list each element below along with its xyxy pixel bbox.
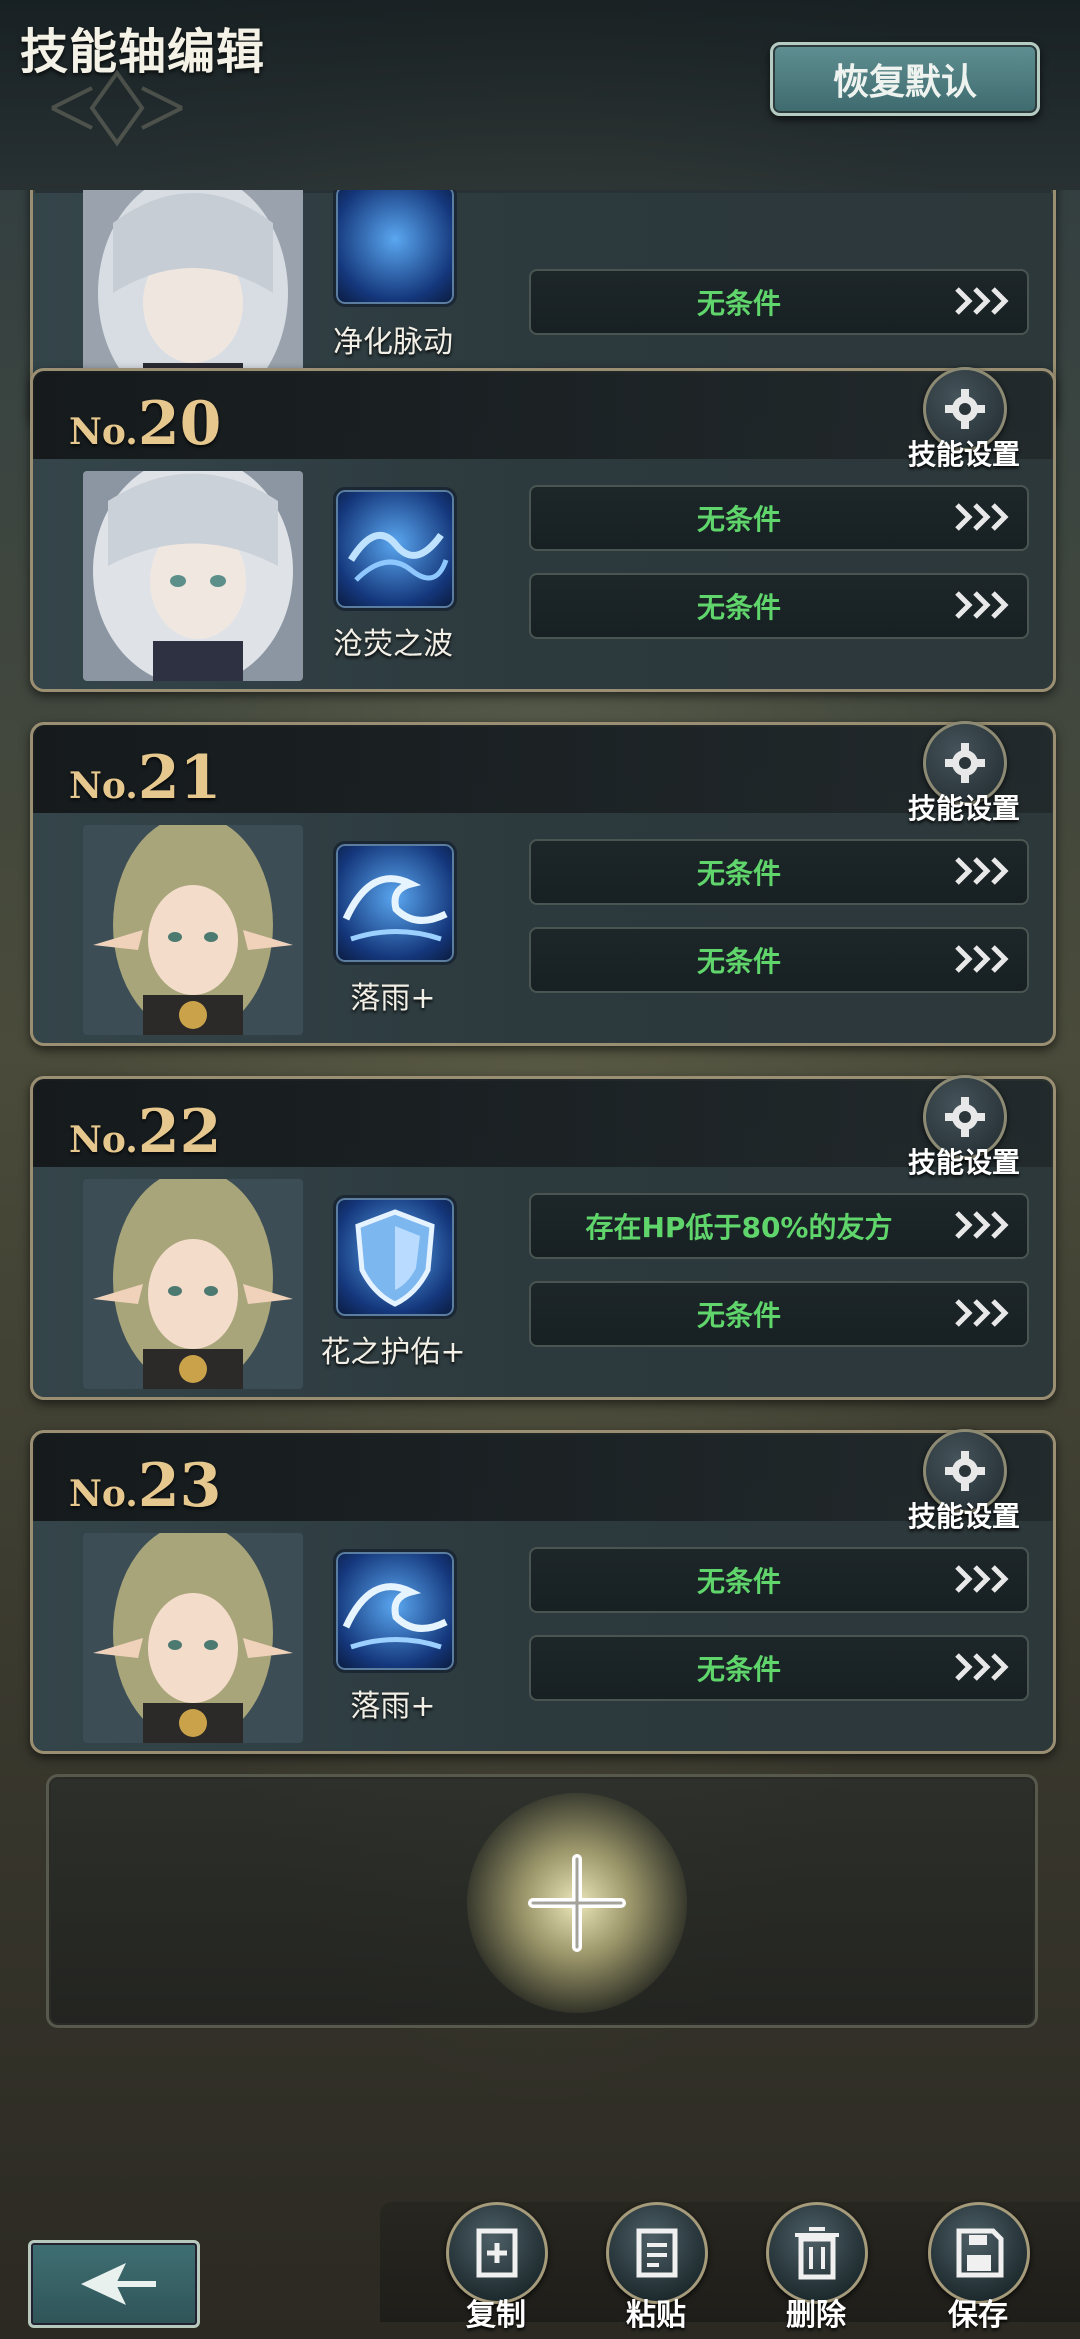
emblem-icon xyxy=(51,69,183,147)
silver-haired-character-portrait xyxy=(83,471,303,681)
paste-button[interactable]: 粘贴 xyxy=(606,2202,708,2333)
condition-button[interactable]: 无条件 xyxy=(529,485,1029,551)
bottom-toolbar: 复制 粘贴 删除 保存 xyxy=(0,2180,1080,2339)
skill-name: 沧荧之波 xyxy=(333,627,453,662)
plus-icon[interactable] xyxy=(525,1851,629,1955)
condition-button[interactable]: 无条件 xyxy=(529,1281,1029,1347)
condition-text: 无条件 xyxy=(696,945,781,978)
skill-settings-label[interactable]: 技能设置 xyxy=(899,1141,1029,1181)
copy-button[interactable]: 复制 xyxy=(446,2202,548,2333)
triple-chevron-icon xyxy=(955,287,1009,315)
skill-name: 落雨+ xyxy=(350,981,436,1016)
delete-button[interactable]: 删除 xyxy=(766,2202,868,2333)
condition-text: 无条件 xyxy=(696,1299,781,1332)
condition-button[interactable]: 无条件 xyxy=(529,839,1029,905)
top-header: 技能轴编辑 恢复默认 xyxy=(0,0,1080,190)
elf-character-portrait xyxy=(83,1533,303,1743)
condition-button[interactable]: 无条件 xyxy=(529,573,1029,639)
elf-character-portrait xyxy=(83,825,303,1035)
save-icon xyxy=(928,2202,1030,2304)
condition-text: 无条件 xyxy=(696,503,781,536)
triple-chevron-icon xyxy=(955,1653,1009,1681)
card-number: No.20 xyxy=(69,389,222,459)
copy-label: 复制 xyxy=(466,2298,526,2333)
add-skill-slot[interactable] xyxy=(46,1774,1038,2028)
skill-name: 花之护佑+ xyxy=(320,1335,466,1370)
water-wave-skill-icon[interactable] xyxy=(333,487,457,611)
triple-chevron-icon xyxy=(955,857,1009,885)
skill-name: 净化脉动 xyxy=(333,325,453,360)
condition-text: 无条件 xyxy=(696,1653,781,1686)
skill-name: 落雨+ xyxy=(350,1689,436,1724)
save-button[interactable]: 保存 xyxy=(928,2202,1030,2333)
condition-button[interactable]: 无条件 xyxy=(529,1635,1029,1701)
condition-text: 无条件 xyxy=(696,591,781,624)
paste-icon xyxy=(606,2202,708,2304)
condition-button[interactable]: 无条件 xyxy=(529,269,1029,335)
condition-text: 无条件 xyxy=(696,857,781,890)
skill-card-20: No.20 技能设置 沧荧之波 无条件 无条件 xyxy=(30,367,1056,692)
water-wave-skill-icon[interactable] xyxy=(333,190,457,307)
back-button[interactable] xyxy=(28,2240,200,2328)
back-arrow-icon xyxy=(81,2263,156,2305)
condition-button[interactable]: 无条件 xyxy=(529,1547,1029,1613)
card-number: No.22 xyxy=(69,1097,222,1167)
delete-label: 删除 xyxy=(786,2298,846,2333)
triple-chevron-icon xyxy=(955,1299,1009,1327)
elf-character-portrait xyxy=(83,1179,303,1389)
condition-text: 无条件 xyxy=(696,287,781,320)
skill-list[interactable]: 净化脉动 无条件 No.20 技能设置 沧荧之波 无条件 无条件 No.21 技… xyxy=(0,190,1080,2040)
triple-chevron-icon xyxy=(955,1211,1009,1239)
condition-button[interactable]: 无条件 xyxy=(529,927,1029,993)
card-number: No.23 xyxy=(69,1451,222,1521)
condition-text: 存在HP低于80%的友方 xyxy=(585,1211,893,1244)
skill-card-21: No.21 技能设置 落雨+ 无条件 无条件 xyxy=(30,721,1056,1046)
skill-settings-label[interactable]: 技能设置 xyxy=(899,787,1029,827)
save-label: 保存 xyxy=(948,2298,1008,2333)
shield-skill-icon[interactable] xyxy=(333,1195,457,1319)
triple-chevron-icon xyxy=(955,945,1009,973)
skill-settings-label[interactable]: 技能设置 xyxy=(899,433,1029,473)
condition-button[interactable]: 存在HP低于80%的友方 xyxy=(529,1193,1029,1259)
triple-chevron-icon xyxy=(955,591,1009,619)
trash-icon xyxy=(766,2202,868,2304)
card-number: No.21 xyxy=(69,743,222,813)
triple-chevron-icon xyxy=(955,1565,1009,1593)
copy-icon xyxy=(446,2202,548,2304)
skill-card-23: No.23 技能设置 落雨+ 无条件 无条件 xyxy=(30,1429,1056,1754)
skill-card-22: No.22 技能设置 花之护佑+ 存在HP低于80%的友方 无条件 xyxy=(30,1075,1056,1400)
triple-chevron-icon xyxy=(955,503,1009,531)
skill-settings-label[interactable]: 技能设置 xyxy=(899,1495,1029,1535)
rain-wave-skill-icon[interactable] xyxy=(333,1549,457,1673)
paste-label: 粘贴 xyxy=(626,2298,686,2333)
rain-wave-skill-icon[interactable] xyxy=(333,841,457,965)
condition-text: 无条件 xyxy=(696,1565,781,1598)
reset-default-button[interactable]: 恢复默认 xyxy=(770,42,1040,116)
